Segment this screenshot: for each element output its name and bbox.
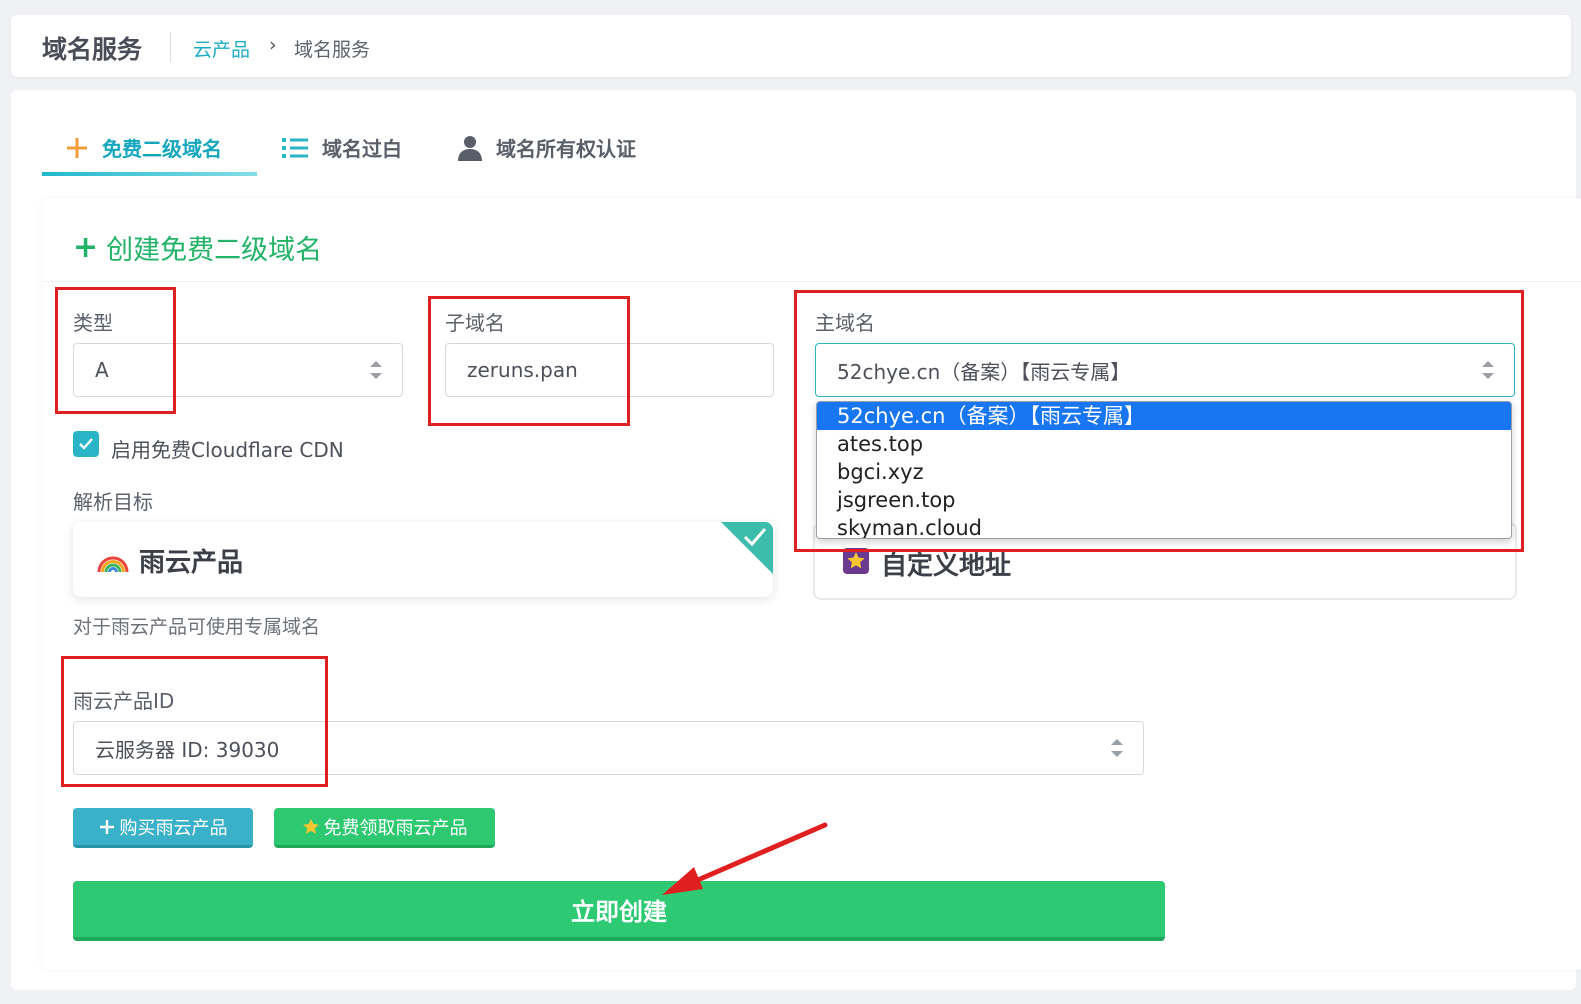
list-icon [282,137,308,159]
type-select[interactable]: A [73,343,403,397]
plus-icon [66,137,88,159]
type-select-value: A [95,358,109,382]
select-arrows-icon [1111,739,1123,757]
dropdown-option[interactable]: skyman.cloud [817,514,1511,538]
tab-domain-ownership[interactable]: 域名所有权认证 [458,120,636,175]
buy-product-button[interactable]: 购买雨云产品 [73,808,253,848]
target-option-yuyun-product[interactable]: 雨云产品 [73,522,773,597]
type-label: 类型 [73,311,113,335]
breadcrumb-separator: › [269,34,277,56]
product-id-select-value: 云服务器 ID: 39030 [95,737,280,762]
card-title: + 创建免费二级域名 [73,228,322,267]
active-tab-indicator [42,172,257,176]
create-now-button[interactable]: 立即创建 [73,881,1165,941]
main-domain-dropdown: 52chye.cn（备案）【雨云专属】 ates.top bgci.xyz js… [816,401,1512,539]
tab-bar: 免费二级域名 域名过白 域名所有权认证 [42,120,742,180]
subdomain-label: 子域名 [445,311,505,335]
dropdown-option[interactable]: ates.top [817,430,1511,458]
plus-icon: + [73,230,99,265]
divider [43,281,1581,282]
page-header: 域名服务 云产品 › 域名服务 [11,15,1571,77]
dropdown-option[interactable]: jsgreen.top [817,486,1511,514]
star-icon [843,548,869,578]
tab-domain-whitelist[interactable]: 域名过白 [282,120,402,175]
select-arrows-icon [1482,361,1494,379]
dropdown-option[interactable]: 52chye.cn（备案）【雨云专属】 [817,402,1511,430]
user-icon [458,135,482,161]
plus-icon [99,819,114,834]
card-title-text: 创建免费二级域名 [106,235,323,266]
claim-free-product-button-label: 免费领取雨云产品 [323,817,468,839]
check-icon [79,438,93,450]
dropdown-option[interactable]: bgci.xyz [817,458,1511,486]
target-option-label: 自定义地址 [881,551,1012,581]
tab-free-subdomain[interactable]: 免费二级域名 [66,120,222,175]
product-id-select[interactable]: 云服务器 ID: 39030 [73,721,1144,775]
breadcrumb-link-cloud-products[interactable]: 云产品 [193,35,250,62]
buy-product-button-label: 购买雨云产品 [119,817,228,839]
product-id-label: 雨云产品ID [73,689,175,713]
star-icon [302,818,319,834]
breadcrumb-current: 域名服务 [294,39,371,61]
page-title: 域名服务 [42,35,143,64]
claim-free-product-button[interactable]: 免费领取雨云产品 [274,808,495,848]
main-domain-select-value: 52chye.cn（备案）【雨云专属】 [837,359,1131,384]
main-domain-select[interactable]: 52chye.cn（备案）【雨云专属】 [815,343,1515,397]
header-divider [170,32,171,62]
subdomain-input-value: zeruns.pan [467,358,578,382]
check-icon [742,526,768,552]
tab-label: 域名所有权认证 [496,137,636,161]
rainbow-icon [97,544,129,578]
subdomain-input[interactable]: zeruns.pan [445,343,774,397]
target-label: 解析目标 [73,490,153,514]
create-subdomain-card: + 创建免费二级域名 类型 A 子域名 zeruns.pan 主域名 52chy… [43,198,1581,970]
main-panel: 免费二级域名 域名过白 域名所有权认证 + 创建免费二级域名 类型 A 子域名 … [11,90,1581,990]
target-option-label: 雨云产品 [139,548,244,578]
main-domain-label: 主域名 [815,311,875,335]
tab-label: 免费二级域名 [102,137,222,161]
tab-label: 域名过白 [322,137,402,161]
cdn-checkbox[interactable] [73,431,99,457]
target-hint: 对于雨云产品可使用专属域名 [73,616,321,638]
select-arrows-icon [370,361,382,379]
cdn-checkbox-label[interactable]: 启用免费Cloudflare CDN [111,434,344,463]
